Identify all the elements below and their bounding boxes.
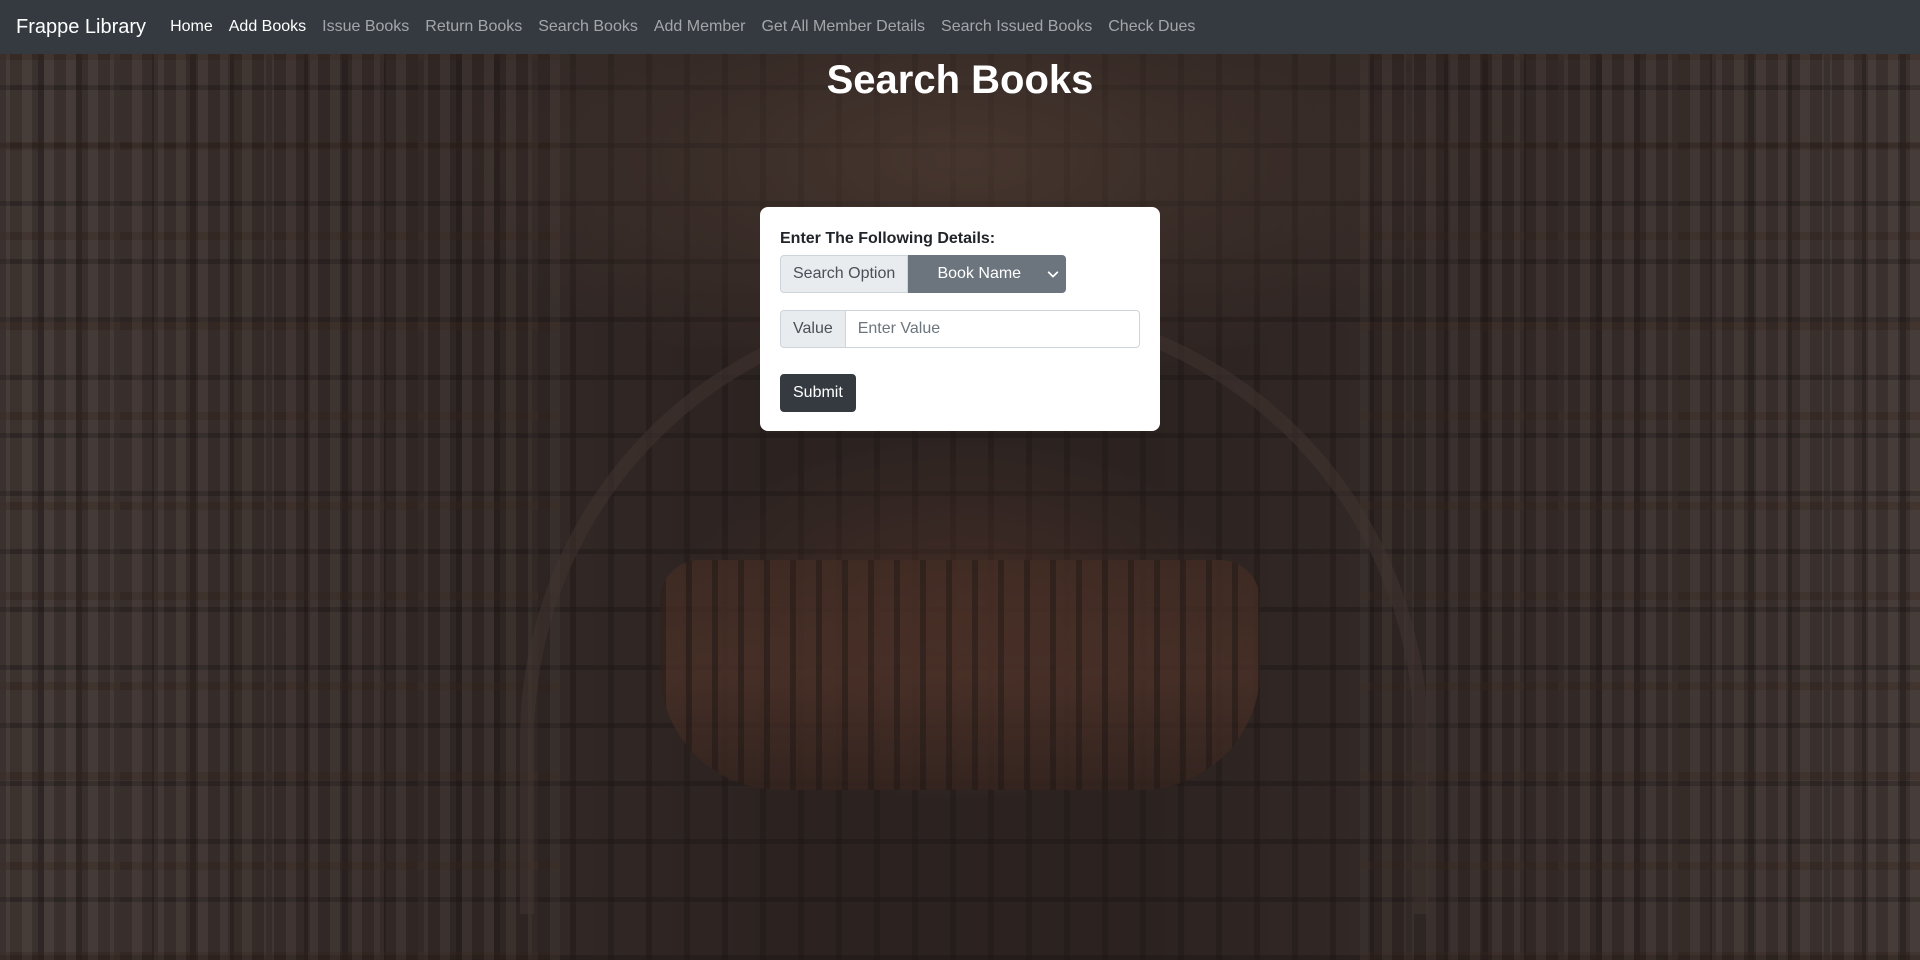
- nav-link-add-member[interactable]: Add Member: [654, 18, 746, 36]
- submit-button[interactable]: Submit: [780, 374, 856, 412]
- chevron-down-icon: [1048, 271, 1059, 278]
- nav-link-search-issued-books[interactable]: Search Issued Books: [941, 18, 1092, 36]
- search-option-label: Search Option: [780, 255, 909, 293]
- search-option-select[interactable]: Book Name: [908, 255, 1067, 293]
- nav-link-home[interactable]: Home: [170, 18, 213, 36]
- nav-link-get-all-member-details[interactable]: Get All Member Details: [761, 18, 925, 36]
- value-label: Value: [780, 310, 846, 348]
- page-title: Search Books: [826, 58, 1094, 102]
- value-input[interactable]: [845, 310, 1140, 348]
- search-form-card: Enter The Following Details: Search Opti…: [760, 207, 1160, 431]
- navbar: Frappe Library Home Add Books Issue Book…: [0, 0, 1920, 54]
- nav-link-return-books[interactable]: Return Books: [425, 18, 522, 36]
- nav-link-add-books[interactable]: Add Books: [229, 18, 306, 36]
- search-option-selected-value: Book Name: [937, 265, 1022, 282]
- nav-links: Home Add Books Issue Books Return Books …: [170, 18, 1211, 36]
- nav-link-check-dues[interactable]: Check Dues: [1108, 18, 1195, 36]
- search-option-group: Search Option Book Name: [780, 255, 1140, 293]
- background-overlay: [0, 0, 1920, 960]
- value-group: Value: [780, 310, 1140, 348]
- navbar-brand[interactable]: Frappe Library: [16, 16, 146, 39]
- nav-link-search-books[interactable]: Search Books: [538, 18, 638, 36]
- nav-link-issue-books[interactable]: Issue Books: [322, 18, 409, 36]
- form-heading: Enter The Following Details:: [780, 230, 996, 247]
